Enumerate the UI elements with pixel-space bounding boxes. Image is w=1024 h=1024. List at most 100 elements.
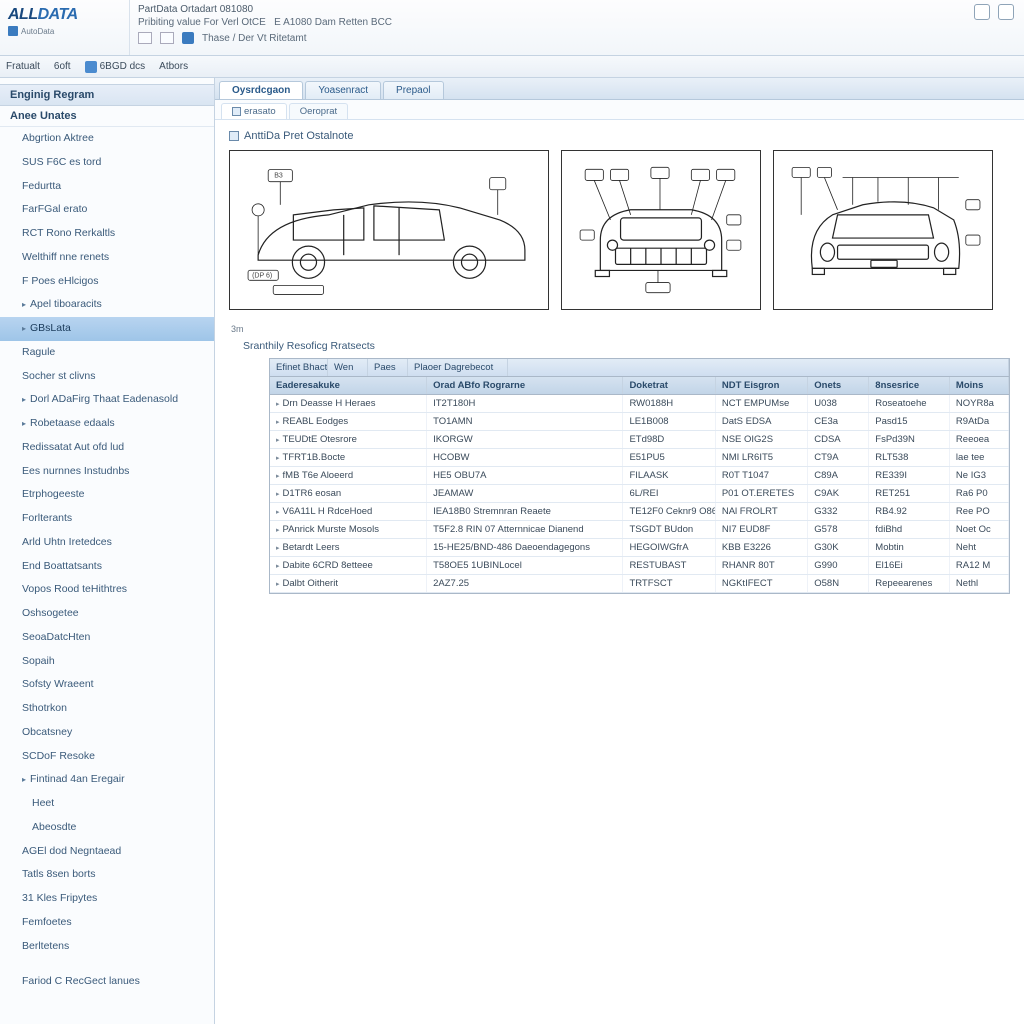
sidebar-item[interactable]: Ees nurnnes Instudnbs (0, 460, 214, 484)
doc-title: PartData Ortadart 081080 (138, 4, 1016, 15)
sidebar-footer-item[interactable]: Fariod C RecGect lanues (0, 970, 214, 994)
table-cell: FILAASK (623, 467, 715, 484)
table-row[interactable]: TFRT1B.BocteHCOBWE51PU5NMI LR6IT5CT9ARLT… (270, 449, 1009, 467)
table-cell: IT2T180H (427, 395, 623, 412)
table-cell: NGKtIFECT (716, 575, 808, 592)
table-cell: NI7 EUD8F (716, 521, 808, 538)
sidebar-item[interactable]: FarFGal erato (0, 198, 214, 222)
table-cell: Pasd15 (869, 413, 950, 430)
table-row[interactable]: PAnrick Murste MosolsT5F2.8 RIN 07 Atter… (270, 521, 1009, 539)
toolbar-item-0[interactable]: Fratualt (6, 61, 40, 72)
table-row[interactable]: fMB T6e AloeerdHE5 OBU7AFILAASKR0T T1047… (270, 467, 1009, 485)
table-row[interactable]: D1TR6 eosanJEAMAW6L/REIP01 OT.ERETESC9AK… (270, 485, 1009, 503)
sidebar-caret-1[interactable]: Apel tiboaracits (0, 293, 214, 317)
sidebar-item-selected[interactable]: GBsLata (0, 317, 214, 341)
table-cell: P01 OT.ERETES (716, 485, 808, 502)
table-cell: Betardt Leers (270, 539, 427, 556)
toolbar-item-3[interactable]: Atbors (159, 61, 188, 72)
sidebar-item[interactable]: SeoaDatcHten (0, 626, 214, 650)
diagram-side-view[interactable]: B3 (DP 6) (229, 150, 549, 310)
sidebar-item[interactable]: Oshsogetee (0, 602, 214, 626)
title-area: PartData Ortadart 081080 Pribiting value… (130, 0, 1024, 55)
sidebar-item[interactable]: Welthiff nne renets (0, 246, 214, 270)
table-row[interactable]: Dalbt Oitherit2AZ7.25TRTFSCTNGKtIFECTO58… (270, 575, 1009, 593)
dropdown-icon[interactable] (138, 32, 152, 44)
table-cell: U038 (808, 395, 869, 412)
sidebar-item[interactable]: Femfoetes (0, 911, 214, 935)
sidebar-item[interactable]: Abgrtion Aktree (0, 127, 214, 151)
table-cell: Noet Oc (950, 521, 1009, 538)
table-cell: G30K (808, 539, 869, 556)
sidebar-item[interactable]: AGEl dod Negntaead (0, 840, 214, 864)
sidebar-item[interactable]: Heet (0, 792, 214, 816)
sidebar-item[interactable]: Arld Uhtn Iretedces (0, 531, 214, 555)
table-cell: HEGOIWGfrA (623, 539, 715, 556)
sidebar-item[interactable]: Ragule (0, 341, 214, 365)
table-cell: RET251 (869, 485, 950, 502)
sidebar-item[interactable]: Redissatat Aut ofd lud (0, 436, 214, 460)
table-cell: Neht (950, 539, 1009, 556)
table-cell: O58N (808, 575, 869, 592)
sidebar-item[interactable]: F Poes eHlcigos (0, 270, 214, 294)
table-cell: E51PU5 (623, 449, 715, 466)
info-icon[interactable] (182, 32, 194, 44)
subtab-1[interactable]: Oeroprat (289, 103, 349, 119)
table-row[interactable]: TEUDtE OtesroreIKORGWETd98DNSE OIG2SCDSA… (270, 431, 1009, 449)
table-cell: KBB E3226 (716, 539, 808, 556)
table-cell: RE339I (869, 467, 950, 484)
table-cell: R0T T1047 (716, 467, 808, 484)
table-cell: ETd98D (623, 431, 715, 448)
sidebar-item[interactable]: Sofsty Wraeent (0, 673, 214, 697)
sidebar-item[interactable]: Socher st clivns (0, 365, 214, 389)
print-icon[interactable] (998, 4, 1014, 20)
tab-1[interactable]: Yoasenract (305, 81, 381, 99)
toolbar-item-1[interactable]: 6oft (54, 61, 71, 72)
sidebar-item[interactable]: Forlterants (0, 507, 214, 531)
sidebar-caret-4[interactable]: Fintinad 4an Eregair (0, 768, 214, 792)
sidebar-item[interactable]: 31 Kles Fripytes (0, 887, 214, 911)
section-title: AnttiDa Pret Ostalnote (229, 130, 1010, 142)
subtabs: erasato Oeroprat (215, 100, 1024, 120)
subtab-0[interactable]: erasato (221, 103, 287, 119)
sidebar-item[interactable]: SCDoF Resoke (0, 745, 214, 769)
sidebar-item[interactable]: Obcatsney (0, 721, 214, 745)
sidebar-item[interactable]: Tatls 8sen borts (0, 863, 214, 887)
table-cell: FsPd39N (869, 431, 950, 448)
sidebar-item[interactable]: End Boattatsants (0, 555, 214, 579)
table-cell: NCT EMPUMse (716, 395, 808, 412)
diagram-front-view[interactable] (561, 150, 761, 310)
sidebar-subheader: Anee Unates (0, 106, 214, 127)
table-cell: TO1AMN (427, 413, 623, 430)
tab-2[interactable]: Prepaol (383, 81, 443, 99)
diagram-rear-view[interactable] (773, 150, 993, 310)
sidebar-item[interactable]: Sthotrkon (0, 697, 214, 721)
doc-line3: Thase / Der Vt Ritetamt (138, 32, 1016, 44)
table-row[interactable]: Dabite 6CRD 8etteeeT58OE5 1UBINLocelREST… (270, 557, 1009, 575)
sidebar-item[interactable]: SUS F6C es tord (0, 151, 214, 175)
doc-subtitle: Pribiting value For Verl OtCE E A1080 Da… (138, 17, 1016, 28)
sidebar-item[interactable]: Vopos Rood teHithtres (0, 578, 214, 602)
sidebar-item[interactable]: Berltetens (0, 935, 214, 959)
table-cell: RHANR 80T (716, 557, 808, 574)
toolbar-item-2[interactable]: 6BGD dcs (85, 61, 146, 73)
sublogo-icon (8, 26, 18, 36)
export-icon[interactable] (974, 4, 990, 20)
sidebar-caret-3[interactable]: Robetaase edaals (0, 412, 214, 436)
sidebar-item[interactable]: Sopaih (0, 650, 214, 674)
table-cell: CDSA (808, 431, 869, 448)
table-cell: IEA18B0 Stremnran Reaete (427, 503, 623, 520)
table-row[interactable]: Betardt Leers15-HE25/BND-486 Daeoendageg… (270, 539, 1009, 557)
table-row[interactable]: REABL EodgesTO1AMNLE1B008DatS EDSACE3aPa… (270, 413, 1009, 431)
sidebar-item[interactable]: RCT Rono Rerkaltls (0, 222, 214, 246)
table-row[interactable]: Drn Deasse H HeraesIT2T180HRW0188HNCT EM… (270, 395, 1009, 413)
grid-column-headers: Eaderesakuke Orad ABfo Rograrne Doketrat… (270, 377, 1009, 395)
table-cell: NSE OIG2S (716, 431, 808, 448)
sidebar-item[interactable]: Abeosdte (0, 816, 214, 840)
table-row[interactable]: V6A11L H RdceHoedIEA18B0 Stremnran Reaet… (270, 503, 1009, 521)
sidebar-item[interactable]: Etrphogeeste (0, 483, 214, 507)
tab-0[interactable]: Oysrdcgaon (219, 81, 303, 99)
table-cell: C9AK (808, 485, 869, 502)
dropdown-icon[interactable] (160, 32, 174, 44)
sidebar-caret-2[interactable]: Dorl ADaFirg Thaat Eadenasold (0, 388, 214, 412)
sidebar-item[interactable]: Fedurtta (0, 175, 214, 199)
